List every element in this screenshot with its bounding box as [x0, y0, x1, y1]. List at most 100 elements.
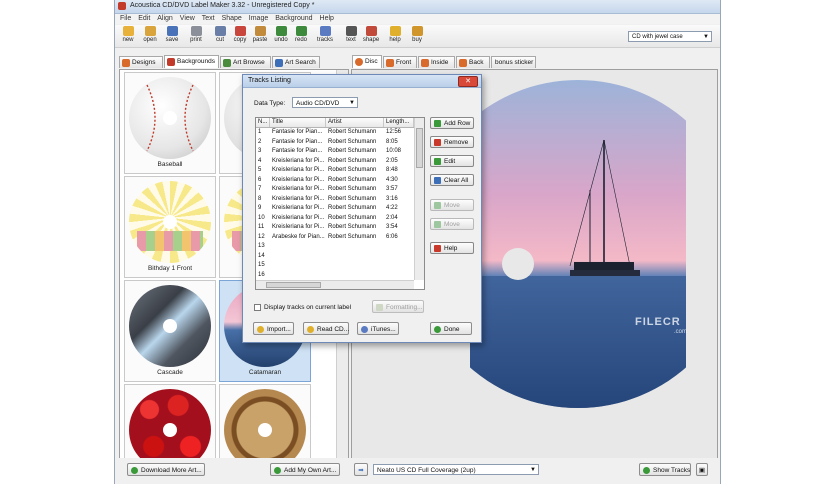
- table-row[interactable]: 16: [256, 271, 414, 280]
- menu-file[interactable]: File: [120, 14, 131, 24]
- table-cell-title: Kreisleriana for Pi...: [272, 176, 325, 183]
- show-tracks-button[interactable]: Show Tracks: [639, 463, 691, 476]
- move-up-button[interactable]: Move: [430, 199, 474, 211]
- table-row[interactable]: 3 Fantasie for Pian... Robert Schumann 10:0…: [256, 147, 414, 156]
- formatting-button[interactable]: Formatting...: [372, 300, 424, 313]
- table-row[interactable]: 9 Kreisleriana for Pi... Robert Schumann 4:…: [256, 204, 414, 213]
- tracks-button[interactable]: tracks: [314, 26, 336, 47]
- art-item[interactable]: [219, 384, 311, 459]
- tab-backgrounds[interactable]: Backgrounds: [164, 55, 219, 68]
- download-more-art-button[interactable]: Download More Art...: [127, 463, 205, 476]
- text-button[interactable]: text: [340, 26, 362, 47]
- paste-button[interactable]: paste: [249, 26, 271, 47]
- tab-inside[interactable]: Inside: [418, 56, 455, 68]
- new-button[interactable]: new: [117, 26, 139, 47]
- shape-button[interactable]: shape: [360, 26, 382, 47]
- close-button[interactable]: ✕: [458, 76, 478, 87]
- table-cell-title: Kreisleriana for Pi...: [272, 224, 325, 230]
- art-item[interactable]: [124, 384, 216, 459]
- buy-button[interactable]: buy: [406, 26, 428, 47]
- save-button[interactable]: save: [161, 26, 183, 47]
- print-button[interactable]: print: [185, 26, 207, 47]
- open-button[interactable]: open: [139, 26, 161, 47]
- menu-text[interactable]: Text: [202, 14, 215, 24]
- data-type-select[interactable]: Audio CD/DVD ▼: [292, 97, 358, 108]
- undo-button[interactable]: undo: [270, 26, 292, 47]
- table-row[interactable]: 7 Kreisleriana for Pi... Robert Schumann 3:…: [256, 185, 414, 194]
- import-button[interactable]: Import...: [253, 322, 294, 335]
- baseball-thumbnail: [129, 77, 211, 159]
- copy-button[interactable]: copy: [229, 26, 251, 47]
- table-row[interactable]: 12 Arabeske for Pian... Robert Schumann 6:0…: [256, 233, 414, 242]
- printer-icon: [190, 26, 202, 36]
- table-row[interactable]: 1 Fantasie for Pian... Robert Schumann 12:5…: [256, 128, 414, 137]
- table-cell-length: 4:22: [386, 205, 398, 211]
- add-row-button[interactable]: Add Row: [430, 117, 474, 129]
- tracks-vertical-scrollbar[interactable]: [414, 118, 424, 280]
- edit-button[interactable]: Edit: [430, 155, 474, 167]
- scrollbar-thumb[interactable]: [416, 128, 423, 168]
- printer-label-select[interactable]: Neato US CD Full Coverage (2up) ▼: [373, 464, 539, 475]
- tab-disc[interactable]: Disc: [352, 55, 382, 68]
- table-row[interactable]: 13: [256, 242, 414, 251]
- column-header-title[interactable]: Title: [270, 118, 326, 127]
- label-type-select[interactable]: CD with jewel case ▼: [628, 31, 712, 42]
- tracks-horizontal-scrollbar[interactable]: [256, 280, 414, 289]
- table-cell-title: Kreisleriana for Pi...: [272, 157, 325, 164]
- table-row[interactable]: 15: [256, 261, 414, 270]
- printer-settings-button[interactable]: ➡: [354, 463, 368, 476]
- clear-all-button[interactable]: Clear All: [430, 174, 474, 186]
- table-row[interactable]: 5 Kreisleriana for Pi... Robert Schumann 8:…: [256, 166, 414, 175]
- app-window: Acoustica CD/DVD Label Maker 3.32 - Unre…: [114, 0, 721, 484]
- art-item-birthday-front[interactable]: Bithday 1 Front: [124, 176, 216, 278]
- art-item-cascade[interactable]: Cascade: [124, 280, 216, 382]
- tab-art-browse[interactable]: Art Browse: [220, 56, 271, 68]
- menu-shape[interactable]: Shape: [222, 14, 242, 24]
- tab-art-search[interactable]: Art Search: [272, 56, 320, 68]
- redo-icon: [295, 26, 307, 36]
- table-row[interactable]: 4 Kreisleriana for Pi... Robert Schumann 2:…: [256, 157, 414, 166]
- done-button[interactable]: Done: [430, 322, 472, 335]
- menu-edit[interactable]: Edit: [138, 14, 150, 24]
- chevron-down-icon: ▼: [703, 34, 709, 40]
- table-row[interactable]: 2 Fantasie for Pian... Robert Schumann 8:05: [256, 138, 414, 147]
- paste-icon: [254, 26, 266, 36]
- tab-front[interactable]: Front: [383, 56, 417, 68]
- remove-button[interactable]: Remove: [430, 136, 474, 148]
- column-header-artist[interactable]: Artist: [326, 118, 384, 127]
- show-tracks-options-button[interactable]: ▣: [696, 463, 708, 476]
- move-down-button[interactable]: Move: [430, 218, 474, 230]
- read-cd-button[interactable]: Read CD...: [303, 322, 349, 335]
- table-cell-n: 4: [258, 157, 262, 164]
- menu-align[interactable]: Align: [157, 14, 173, 24]
- table-row[interactable]: 6 Kreisleriana for Pi... Robert Schumann 4:…: [256, 176, 414, 185]
- title-bar: Acoustica CD/DVD Label Maker 3.32 - Unre…: [115, 0, 720, 14]
- cut-button[interactable]: cut: [209, 26, 231, 47]
- table-row[interactable]: 10 Kreisleriana for Pi... Robert Schumann 2…: [256, 214, 414, 223]
- menu-image[interactable]: Image: [249, 14, 268, 24]
- table-row[interactable]: 11 Kreisleriana for Pi... Robert Schumann 3…: [256, 223, 414, 232]
- table-row[interactable]: 8 Kreisleriana for Pi... Robert Schumann 3:…: [256, 195, 414, 204]
- art-item-baseball[interactable]: Baseball: [124, 72, 216, 174]
- itunes-button[interactable]: iTunes...: [357, 322, 399, 335]
- menu-background[interactable]: Background: [275, 14, 312, 24]
- add-my-own-art-button[interactable]: Add My Own Art...: [270, 463, 340, 476]
- help-button[interactable]: Help: [430, 242, 474, 254]
- tracks-list[interactable]: N... Title Artist Length... 1 Fantasie fo…: [255, 117, 425, 290]
- scrollbar-thumb[interactable]: [266, 282, 321, 288]
- art-caption: Cascade: [157, 369, 183, 376]
- table-cell-title: Kreisleriana for Pi...: [272, 214, 325, 221]
- tab-designs[interactable]: Designs: [119, 56, 163, 68]
- column-header-number[interactable]: N...: [256, 118, 270, 127]
- menu-help[interactable]: Help: [320, 14, 334, 24]
- column-header-length[interactable]: Length...: [384, 118, 414, 127]
- display-tracks-checkbox[interactable]: [254, 304, 261, 311]
- table-cell-length: 3:54: [386, 224, 398, 230]
- table-row[interactable]: 14: [256, 252, 414, 261]
- move-up-icon: [434, 202, 441, 209]
- tab-bonus-sticker[interactable]: bonus sticker: [491, 56, 536, 68]
- menu-view[interactable]: View: [180, 14, 195, 24]
- help-button[interactable]: help: [384, 26, 406, 47]
- tab-back[interactable]: Back: [456, 56, 490, 68]
- redo-button[interactable]: redo: [290, 26, 312, 47]
